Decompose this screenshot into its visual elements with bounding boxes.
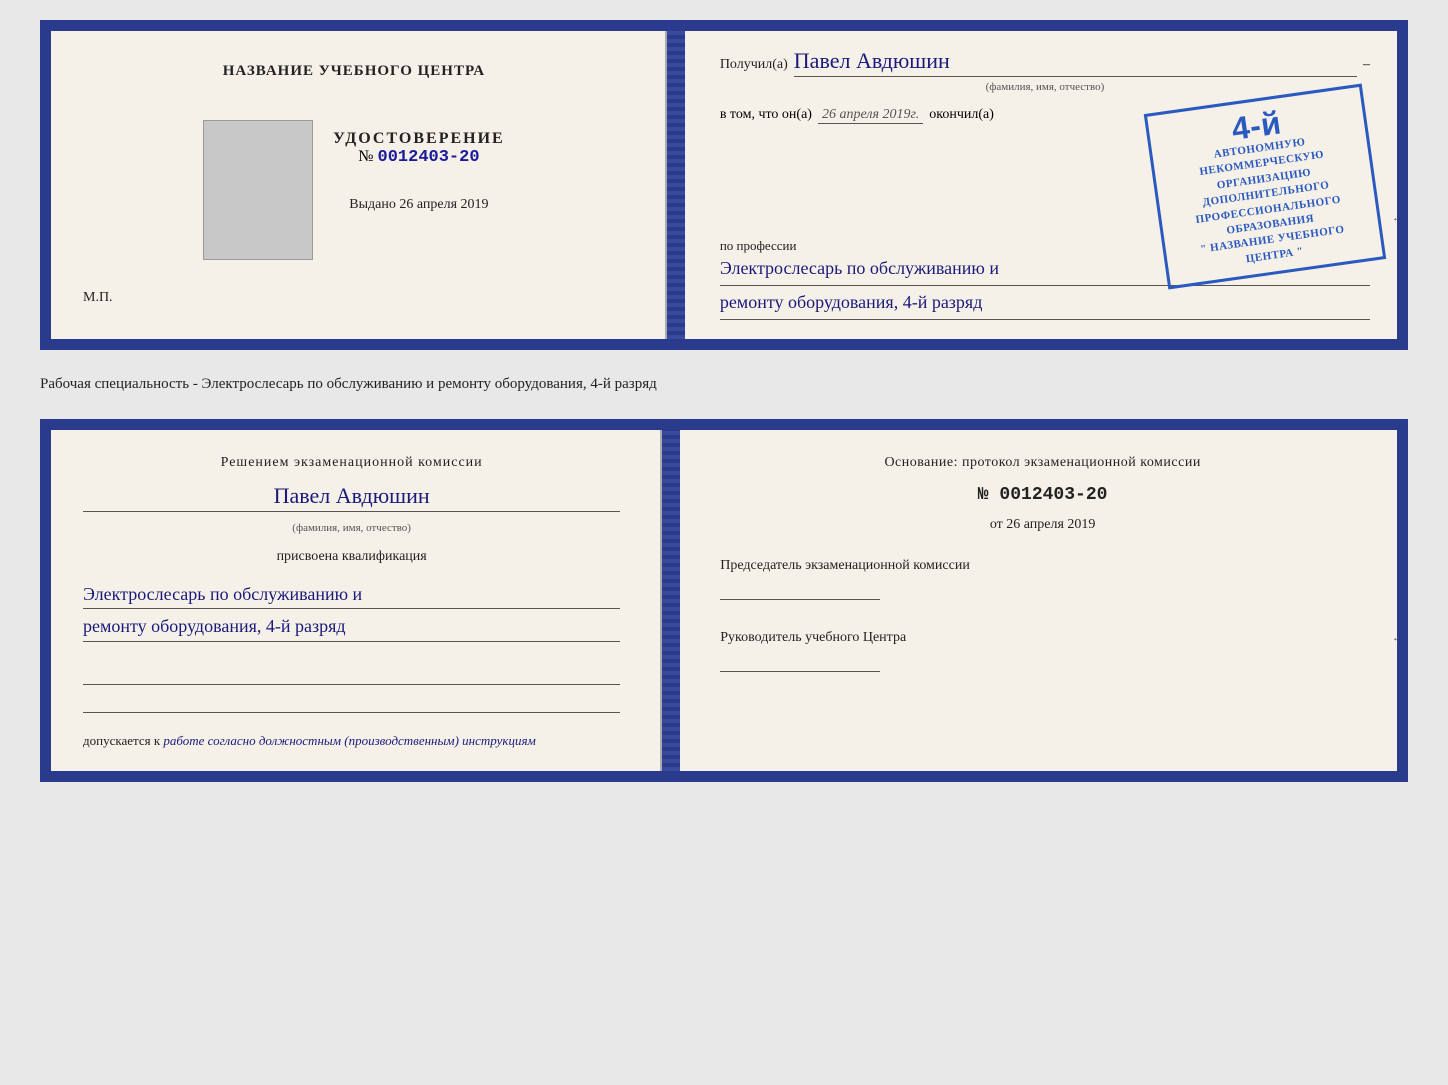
protocol-num: 0012403-20: [999, 485, 1107, 505]
bottom-document: Решением экзаменационной комиссии Павел …: [40, 419, 1408, 783]
udostoverenie-block: УДОСТОВЕРЕНИЕ № 0012403-20: [333, 130, 505, 167]
number-prefix: №: [358, 148, 373, 165]
person-name-bottom: Павел Авдюшин: [83, 483, 620, 512]
qualification-line2: ремонту оборудования, 4-й разряд: [83, 612, 620, 642]
protocol-prefix: №: [978, 485, 989, 505]
person-name-top: Павел Авдюшин: [794, 48, 1357, 77]
vydano-block: Выдано 26 апреля 2019: [349, 197, 488, 213]
dopuskaetsya-row: допускается к работе согласно должностны…: [83, 733, 620, 749]
poluchil-row: Получил(а) Павел Авдюшин –: [720, 48, 1370, 77]
spine-divider-bottom: [662, 422, 680, 780]
ot-date-block: от 26 апреля 2019: [720, 517, 1365, 533]
fio-hint-top: (фамилия, имя, отчество): [720, 81, 1370, 93]
predsedatel-label: Председатель экзаменационной комиссии: [720, 555, 1365, 576]
predsedatel-sig-line: [720, 580, 880, 600]
mp-label: М.П.: [83, 290, 113, 306]
sig-line-2: [83, 693, 620, 713]
certificate-number: 0012403-20: [378, 148, 480, 167]
qualification-block: Электрослесарь по обслуживанию и ремонту…: [83, 580, 620, 646]
predsedatel-block: Председатель экзаменационной комиссии: [720, 555, 1365, 600]
left-page-top: НАЗВАНИЕ УЧЕБНОГО ЦЕНТРА УДОСТОВЕРЕНИЕ №…: [43, 23, 667, 347]
qualification-line1: Электрослесарь по обслуживанию и: [83, 580, 620, 610]
vtom-label: в том, что он(а): [720, 107, 812, 123]
spine-divider-top: [667, 23, 685, 347]
dopuskaetsya-value: работе согласно должностным (производств…: [163, 733, 535, 748]
profession-line2: ремонту оборудования, 4-й разряд: [720, 288, 1370, 320]
osnovanie-label: Основание: протокол экзаменационной коми…: [720, 452, 1365, 473]
prisvoena-label: присвоена квалификация: [83, 549, 620, 565]
resheniyem-label: Решением экзаменационной комиссии: [83, 452, 620, 473]
vtom-date: 26 апреля 2019г.: [818, 107, 923, 124]
dopuskaetsya-label: допускается к: [83, 733, 160, 748]
rukovoditel-block: Руководитель учебного Центра: [720, 627, 1365, 672]
side-lines-top: – – – и а ← – – –: [1387, 23, 1405, 347]
rukovoditel-label: Руководитель учебного Центра: [720, 627, 1365, 648]
training-center-title: НАЗВАНИЕ УЧЕБНОГО ЦЕНТРА: [223, 63, 485, 80]
right-page-top: Получил(а) Павел Авдюшин – (фамилия, имя…: [685, 23, 1405, 347]
main-container: НАЗВАНИЕ УЧЕБНОГО ЦЕНТРА УДОСТОВЕРЕНИЕ №…: [40, 20, 1408, 782]
photo-row: УДОСТОВЕРЕНИЕ № 0012403-20 Выдано 26 апр…: [83, 120, 625, 260]
rukovoditel-sig-line: [720, 652, 880, 672]
poluchil-label: Получил(а): [720, 57, 788, 73]
protocol-number: № 0012403-20: [720, 485, 1365, 505]
fio-hint-bottom: (фамилия, имя, отчество): [83, 522, 620, 534]
top-document: НАЗВАНИЕ УЧЕБНОГО ЦЕНТРА УДОСТОВЕРЕНИЕ №…: [40, 20, 1408, 350]
middle-description: Рабочая специальность - Электрослесарь п…: [40, 370, 1408, 399]
bottom-right-page: Основание: протокол экзаменационной коми…: [680, 422, 1405, 780]
left-center-col: УДОСТОВЕРЕНИЕ № 0012403-20 Выдано 26 апр…: [333, 120, 505, 213]
photo-placeholder: [203, 120, 313, 260]
signature-lines: [83, 665, 620, 713]
ot-date: 26 апреля 2019: [1006, 517, 1095, 532]
bottom-left-page: Решением экзаменационной комиссии Павел …: [43, 422, 662, 780]
sig-line-1: [83, 665, 620, 685]
ot-label: от: [990, 517, 1003, 532]
side-lines-bottom: – – – и а ← – – –: [1387, 422, 1405, 780]
okonchil-label: окончил(а): [929, 107, 994, 123]
udostoverenie-title: УДОСТОВЕРЕНИЕ: [333, 130, 505, 148]
stamp: 4-й АВТОНОМНУЮ НЕКОММЕРЧЕСКУЮ ОРГАНИЗАЦИ…: [1144, 84, 1387, 290]
vydano-label: Выдано: [349, 197, 396, 212]
vydano-date: 26 апреля 2019: [399, 197, 488, 212]
